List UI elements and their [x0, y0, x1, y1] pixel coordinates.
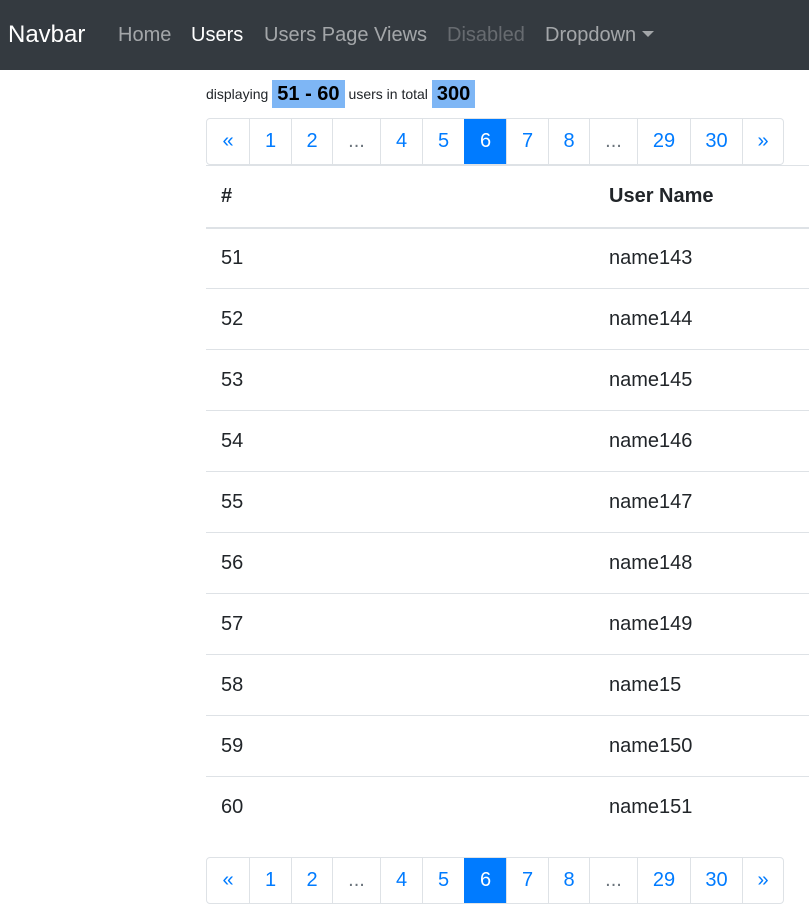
row-user-name: name15 [594, 654, 809, 716]
summary-middle: users in total [348, 86, 428, 102]
page-link-2[interactable]: 2 [291, 119, 332, 164]
users-table: # User Name 51 name143 52 name144 53 name14… [206, 165, 809, 838]
page-link-29[interactable]: 29 [637, 119, 690, 164]
row-user-name: name148 [594, 532, 809, 594]
table-row: 53 name145 [206, 349, 809, 411]
table-row: 57 name149 [206, 593, 809, 655]
row-user-name: name144 [594, 288, 809, 350]
row-user-name: name150 [594, 715, 809, 777]
row-user-name: name147 [594, 471, 809, 533]
page-link-8[interactable]: 8 [548, 858, 589, 903]
page-link-1[interactable]: 1 [249, 119, 291, 164]
page-link-1[interactable]: 1 [249, 858, 291, 903]
summary-range: 51 - 60 [272, 80, 345, 108]
table-row: 56 name148 [206, 532, 809, 594]
page-link-4[interactable]: 4 [380, 119, 422, 164]
page-link-29[interactable]: 29 [637, 858, 690, 903]
pagination-top: « 1 2 ... 4 5 6 7 8 ... 29 30 » [206, 118, 784, 165]
page-link-6-active[interactable]: 6 [464, 119, 506, 164]
column-header-number: # [206, 165, 594, 229]
navbar-brand[interactable]: Navbar [8, 20, 85, 50]
nav-dropdown-label: Dropdown [545, 24, 637, 46]
page-prev-button[interactable]: « [207, 119, 249, 164]
page-link-5[interactable]: 5 [422, 858, 464, 903]
row-user-name: name146 [594, 410, 809, 472]
nav-link-users[interactable]: Users [191, 23, 243, 47]
page-ellipsis: ... [332, 858, 380, 903]
page-link-6-active[interactable]: 6 [464, 858, 506, 903]
page-link-7[interactable]: 7 [506, 858, 548, 903]
row-number: 56 [206, 532, 594, 594]
page-link-30[interactable]: 30 [690, 858, 742, 903]
page-ellipsis: ... [332, 119, 380, 164]
nav-link-home[interactable]: Home [118, 23, 171, 47]
page-link-30[interactable]: 30 [690, 119, 742, 164]
nav-dropdown-toggle[interactable]: Dropdown [545, 23, 655, 47]
page-next-button[interactable]: » [742, 119, 783, 164]
table-row: 59 name150 [206, 715, 809, 777]
page-link-8[interactable]: 8 [548, 119, 589, 164]
table-row: 58 name15 [206, 654, 809, 716]
row-number: 54 [206, 410, 594, 472]
row-number: 60 [206, 776, 594, 838]
table-row: 54 name146 [206, 410, 809, 472]
navbar: Navbar Home Users Users Page Views Disab… [0, 0, 809, 70]
users-summary: displaying 51 - 60 users in total 300 [206, 80, 476, 108]
nav-link-users-page-views[interactable]: Users Page Views [264, 23, 427, 47]
row-number: 51 [206, 227, 594, 289]
nav-link-disabled: Disabled [447, 24, 525, 46]
page-link-4[interactable]: 4 [380, 858, 422, 903]
row-number: 58 [206, 654, 594, 716]
row-number: 55 [206, 471, 594, 533]
row-user-name: name149 [594, 593, 809, 655]
summary-total: 300 [431, 80, 476, 108]
page-ellipsis: ... [589, 858, 637, 903]
page-link-2[interactable]: 2 [291, 858, 332, 903]
table-header-row: # User Name [206, 165, 809, 229]
table-row: 55 name147 [206, 471, 809, 533]
caret-down-icon [642, 31, 655, 37]
row-user-name: name143 [594, 227, 809, 289]
table-row: 60 name151 [206, 776, 809, 838]
page-ellipsis: ... [589, 119, 637, 164]
table-row: 52 name144 [206, 288, 809, 350]
pagination-bottom: « 1 2 ... 4 5 6 7 8 ... 29 30 » [206, 857, 784, 904]
row-number: 53 [206, 349, 594, 411]
summary-prefix: displaying [206, 86, 269, 102]
row-number: 57 [206, 593, 594, 655]
page-link-5[interactable]: 5 [422, 119, 464, 164]
page-link-7[interactable]: 7 [506, 119, 548, 164]
row-number: 52 [206, 288, 594, 350]
row-user-name: name151 [594, 776, 809, 838]
table-row: 51 name143 [206, 227, 809, 289]
page-next-button[interactable]: » [742, 858, 783, 903]
column-header-user-name: User Name [594, 165, 809, 229]
row-user-name: name145 [594, 349, 809, 411]
row-number: 59 [206, 715, 594, 777]
page-prev-button[interactable]: « [207, 858, 249, 903]
